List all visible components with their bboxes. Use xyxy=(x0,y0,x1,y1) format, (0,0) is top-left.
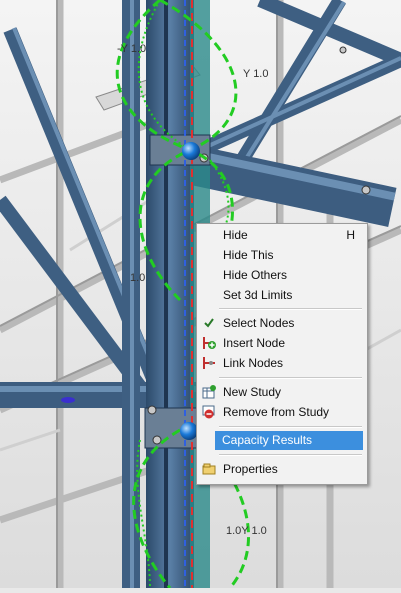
menu-item-insert-node[interactable]: Insert Node xyxy=(198,334,364,353)
menu-item-remove-from-study[interactable]: Remove from Study xyxy=(198,403,364,422)
menu-item-properties[interactable]: Properties xyxy=(198,460,364,479)
menu-item-shortcut: H xyxy=(346,228,355,242)
menu-item-label: Set 3d Limits xyxy=(223,288,293,302)
menu-item-label: Hide Others xyxy=(223,268,288,282)
properties-icon xyxy=(202,463,216,475)
menu-item-label: Select Nodes xyxy=(223,316,295,330)
mode-label: 1.0Y 1.0 xyxy=(226,525,267,537)
menu-item-label: Insert Node xyxy=(223,336,286,350)
menu-item-label: New Study xyxy=(223,385,282,399)
remove-icon xyxy=(202,405,215,419)
insert-node-icon xyxy=(203,337,216,349)
mode-label: Y 1.0 xyxy=(243,68,269,80)
menu-item-capacity-results[interactable]: Capacity Results xyxy=(215,431,363,450)
menu-item-link-nodes[interactable]: Link Nodes xyxy=(198,354,364,373)
context-menu: Hide H Hide This Hide Others Set 3d Limi… xyxy=(196,223,368,485)
menu-item-label: Hide xyxy=(223,228,248,242)
menu-item-new-study[interactable]: New Study xyxy=(198,383,364,402)
menu-separator xyxy=(219,308,362,310)
check-icon xyxy=(204,318,214,328)
new-study-icon xyxy=(202,385,216,399)
menu-item-hide[interactable]: Hide H xyxy=(198,226,364,245)
link-nodes-icon xyxy=(203,357,215,369)
mode-label: 1.0 xyxy=(130,272,146,284)
menu-item-select-nodes[interactable]: Select Nodes xyxy=(198,314,364,333)
menu-separator xyxy=(219,377,362,379)
menu-separator xyxy=(219,454,362,456)
menu-item-label: Properties xyxy=(223,462,278,476)
menu-item-set-3d-limits[interactable]: Set 3d Limits xyxy=(198,286,364,305)
menu-item-label: Hide This xyxy=(223,248,274,262)
mode-label: -Y 1.0 xyxy=(117,43,147,55)
menu-item-label: Remove from Study xyxy=(223,405,330,419)
menu-separator xyxy=(219,426,362,428)
menu-item-label: Link Nodes xyxy=(223,356,284,370)
menu-item-hide-this[interactable]: Hide This xyxy=(198,246,364,265)
menu-item-hide-others[interactable]: Hide Others xyxy=(198,266,364,285)
menu-item-label: Capacity Results xyxy=(222,433,313,447)
